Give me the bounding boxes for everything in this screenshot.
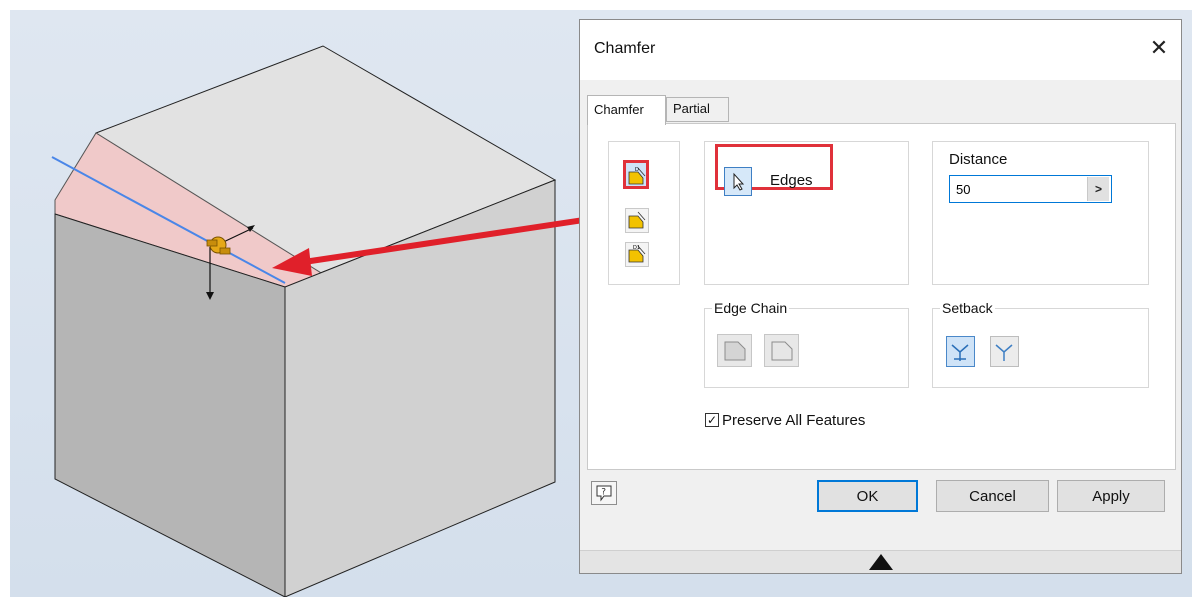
expand-triangle-icon[interactable]	[869, 554, 893, 570]
distance-menu-arrow[interactable]: >	[1087, 177, 1109, 201]
svg-text:D1: D1	[633, 245, 640, 251]
dialog-title: Chamfer	[594, 40, 656, 57]
dialog-titlebar: Chamfer ✕	[580, 20, 1181, 80]
svg-text:D: D	[635, 167, 639, 173]
edge-chain-all-icon	[724, 341, 746, 361]
setback-on-icon	[951, 344, 969, 361]
edges-select-button[interactable]	[724, 167, 752, 196]
chamfer-two-distances-icon: D1	[628, 245, 646, 263]
svg-text:?: ?	[601, 488, 606, 498]
chamfer-distance-angle-icon	[628, 211, 646, 229]
edge-chain-label: Edge Chain	[712, 300, 790, 316]
setback-off-icon	[995, 344, 1013, 361]
tab-chamfer[interactable]: Chamfer	[587, 95, 666, 125]
preserve-all-features-checkbox[interactable]: ✓	[705, 413, 719, 427]
edge-chain-single-button[interactable]	[764, 334, 799, 367]
chamfer-distance-icon: D	[628, 167, 646, 185]
edge-chain-all-button[interactable]	[717, 334, 752, 367]
cursor-arrow-icon	[733, 172, 745, 191]
chamfer-distance-button[interactable]: D	[623, 160, 649, 189]
setback-off-button[interactable]	[990, 336, 1019, 367]
distance-label: Distance	[949, 151, 1008, 168]
preserve-all-features-label: Preserve All Features	[722, 412, 866, 429]
help-icon: ?	[596, 485, 612, 502]
help-button[interactable]: ?	[591, 481, 617, 505]
chamfer-two-distances-button[interactable]: D1	[625, 242, 649, 267]
setback-on-button[interactable]	[946, 336, 975, 367]
expand-strip[interactable]	[580, 550, 1181, 573]
close-icon[interactable]: ✕	[1137, 28, 1181, 68]
setback-label: Setback	[940, 300, 995, 316]
edges-label: Edges	[770, 172, 813, 189]
apply-button[interactable]: Apply	[1057, 480, 1165, 512]
ok-button[interactable]: OK	[817, 480, 918, 512]
edge-chain-single-icon	[771, 341, 793, 361]
cancel-button[interactable]: Cancel	[936, 480, 1049, 512]
chamfer-distance-angle-button[interactable]	[625, 208, 649, 233]
tab-partial[interactable]: Partial	[666, 97, 729, 122]
chamfer-dialog: Chamfer ✕ Chamfer Partial D D1 Edges Dis…	[579, 19, 1182, 574]
